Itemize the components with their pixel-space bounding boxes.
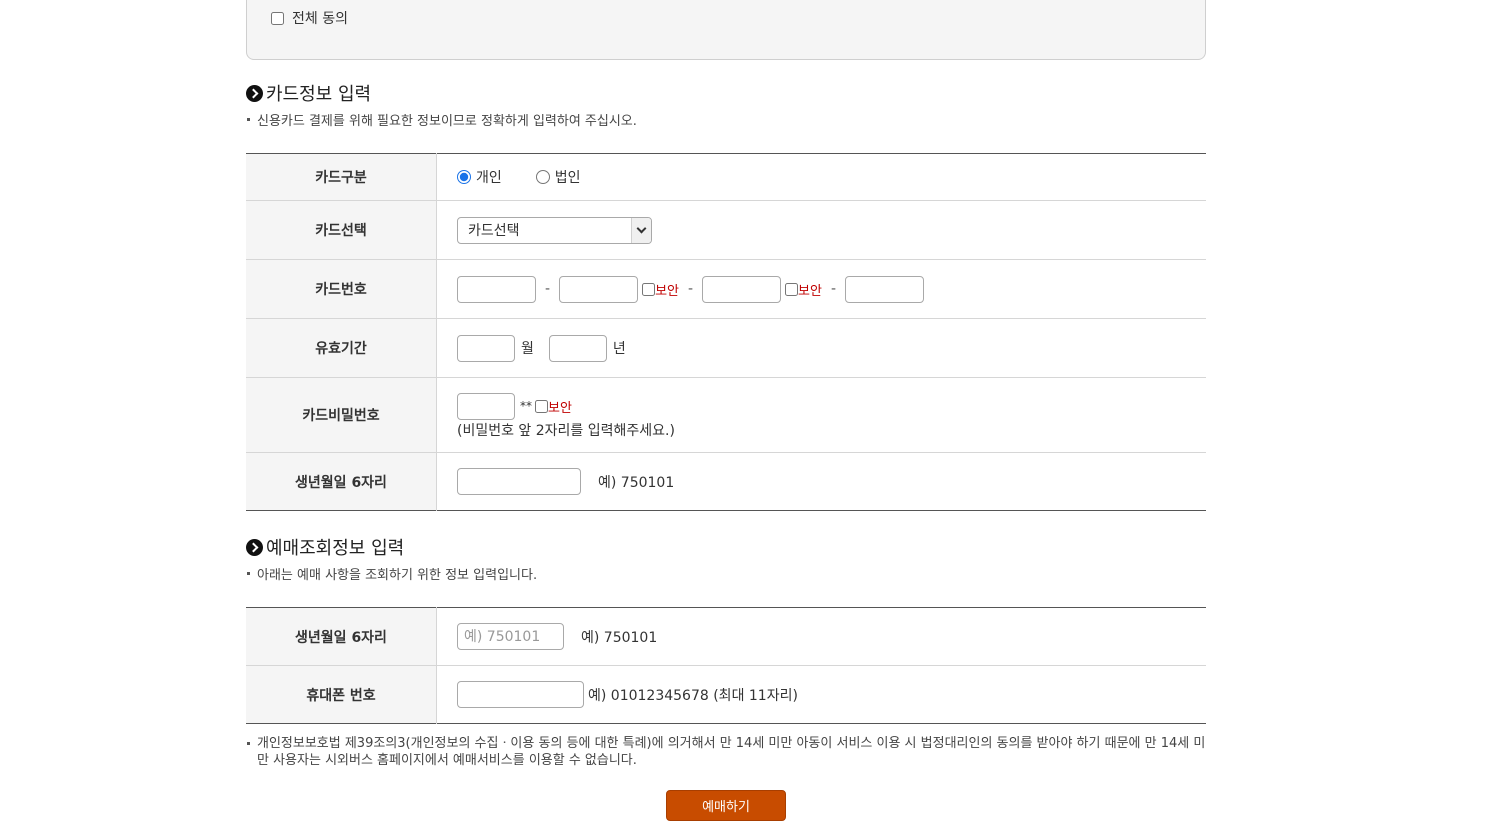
row-card-number: 카드번호 - 보안 - 보안 -	[246, 259, 1206, 319]
phone-example: 예) 01012345678 (최대 11자리)	[588, 687, 798, 704]
agree-all-label: 전체 동의	[292, 11, 348, 27]
reserve-birth-example: 예) 750101	[581, 629, 658, 646]
row-reserve-birth: 생년월일 6자리 예) 750101	[246, 607, 1206, 666]
agreement-box: 전체 동의	[246, 0, 1206, 60]
reserve-section-desc-text: 아래는 예매 사항을 조회하기 위한 정보 입력입니다.	[257, 568, 538, 583]
card-select-label: 카드선택	[246, 200, 437, 260]
chevron-circle-icon	[246, 538, 263, 556]
reserve-section-desc: 아래는 예매 사항을 조회하기 위한 정보 입력입니다.	[246, 564, 537, 583]
reserve-birth-input[interactable]	[457, 623, 564, 650]
row-birth: 생년월일 6자리 예) 750101	[246, 452, 1206, 511]
card-select-value: 카드선택	[468, 223, 520, 239]
year-unit: 년	[612, 341, 626, 357]
card-number-label: 카드번호	[246, 259, 437, 319]
row-expiry: 유효기간 월 년	[246, 318, 1206, 378]
legal-notice-text: 개인정보보호법 제39조의3(개인정보의 수집ㆍ이용 동의 등에 대한 특례)에…	[257, 736, 1206, 768]
card-password-label: 카드비밀번호	[246, 377, 437, 453]
security-label-3: 보안	[798, 283, 822, 299]
phone-input[interactable]	[457, 681, 584, 708]
card-section-desc-text: 신용카드 결제를 위해 필요한 정보이므로 정확하게 입력하여 주십시오.	[257, 114, 637, 129]
reserve-birth-label: 생년월일 6자리	[246, 607, 437, 666]
security-checkbox-2[interactable]	[642, 282, 656, 296]
radio-personal-label: 개인	[476, 170, 502, 186]
card-section-title-text: 카드정보 입력	[266, 84, 372, 105]
card-number-input-2[interactable]	[559, 275, 639, 303]
expiry-month-input[interactable]	[457, 334, 515, 362]
radio-corporate[interactable]: 법인	[535, 167, 581, 187]
card-section-title: 카드정보 입력	[246, 80, 371, 106]
dash-2: -	[687, 281, 694, 297]
security-label-2: 보안	[655, 283, 679, 299]
security-checkbox-3[interactable]	[785, 282, 799, 296]
reserve-submit-button[interactable]: 예매하기	[666, 790, 786, 821]
security-label-pw: 보안	[548, 400, 572, 416]
reserve-section-title: 예매조회정보 입력	[246, 534, 404, 560]
row-card-password: 카드비밀번호 ** 보안 (비밀번호 앞 2자리를 입력해주세요.)	[246, 377, 1206, 453]
radio-personal-input[interactable]	[457, 170, 471, 184]
password-hint: (비밀번호 앞 2자리를 입력해주세요.)	[457, 422, 675, 439]
row-card-type: 카드구분 개인 법인	[246, 153, 1206, 201]
dash-3: -	[830, 281, 837, 297]
card-number-input-3[interactable]	[702, 275, 782, 303]
bullet-icon	[247, 572, 250, 575]
bullet-icon	[247, 742, 250, 745]
legal-notice: 개인정보보호법 제39조의3(개인정보의 수집ㆍ이용 동의 등에 대한 특례)에…	[246, 735, 1206, 769]
reserve-section-title-text: 예매조회정보 입력	[266, 538, 405, 559]
chevron-down-icon	[631, 217, 651, 243]
agree-all-checkbox[interactable]	[271, 11, 284, 25]
birth-label: 생년월일 6자리	[246, 452, 437, 511]
card-number-input-1[interactable]	[457, 275, 536, 303]
card-section-desc: 신용카드 결제를 위해 필요한 정보이므로 정확하게 입력하여 주십시오.	[246, 110, 637, 129]
card-info-table: 카드구분 개인 법인 카드선택 카드선택 카드번호 - 보안 - 보안 - 유효…	[246, 153, 1206, 511]
security-checkbox-pw[interactable]	[535, 399, 548, 413]
row-card-select: 카드선택 카드선택	[246, 200, 1206, 260]
row-phone: 휴대폰 번호 예) 01012345678 (최대 11자리)	[246, 665, 1206, 724]
password-mask: **	[520, 399, 532, 413]
card-type-label: 카드구분	[246, 153, 437, 201]
agree-all[interactable]: 전체 동의	[271, 8, 348, 28]
month-unit: 월	[521, 341, 534, 357]
chevron-circle-icon	[246, 84, 263, 102]
bullet-icon	[247, 118, 250, 121]
expiry-label: 유효기간	[246, 318, 437, 378]
card-number-input-4[interactable]	[845, 275, 925, 303]
card-select-dropdown[interactable]: 카드선택	[457, 216, 652, 244]
card-password-input[interactable]	[457, 392, 515, 420]
radio-personal[interactable]: 개인	[457, 167, 502, 187]
birth-input[interactable]	[457, 468, 581, 495]
reserve-info-table: 생년월일 6자리 예) 750101 휴대폰 번호 예) 01012345678…	[246, 607, 1206, 724]
radio-corporate-input[interactable]	[535, 170, 550, 184]
expiry-year-input[interactable]	[548, 334, 607, 362]
dash-1: -	[545, 281, 551, 297]
phone-label: 휴대폰 번호	[246, 665, 437, 724]
birth-example: 예) 750101	[598, 474, 675, 491]
radio-corporate-label: 법인	[554, 170, 581, 186]
